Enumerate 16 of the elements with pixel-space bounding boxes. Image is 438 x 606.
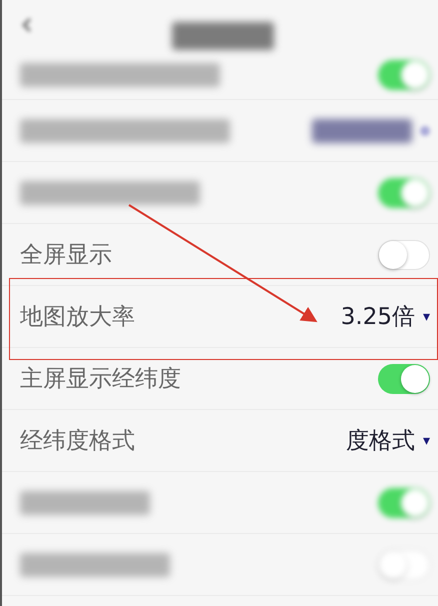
back-icon[interactable] <box>20 17 34 33</box>
dropdown-value[interactable]: 度格式 <box>346 425 415 456</box>
caret-icon[interactable]: ▾ <box>422 308 430 324</box>
toggle-switch[interactable] <box>378 364 430 394</box>
caret-icon[interactable]: ▾ <box>422 432 430 448</box>
setting-label: 经纬度格式 <box>20 427 135 456</box>
blurred-caret[interactable] <box>420 126 430 136</box>
toggle-switch[interactable] <box>378 60 430 90</box>
setting-label: 地图放大率 <box>20 303 135 332</box>
setting-label: 主屏显示经纬度 <box>20 365 181 394</box>
dropdown-value[interactable]: 3.25倍 <box>340 301 415 332</box>
toggle-switch[interactable] <box>378 240 430 270</box>
setting-label: 全屏显示 <box>20 241 112 270</box>
toggle-switch[interactable] <box>378 178 430 208</box>
toggle-switch[interactable] <box>378 488 430 518</box>
blurred-value[interactable] <box>312 118 412 142</box>
